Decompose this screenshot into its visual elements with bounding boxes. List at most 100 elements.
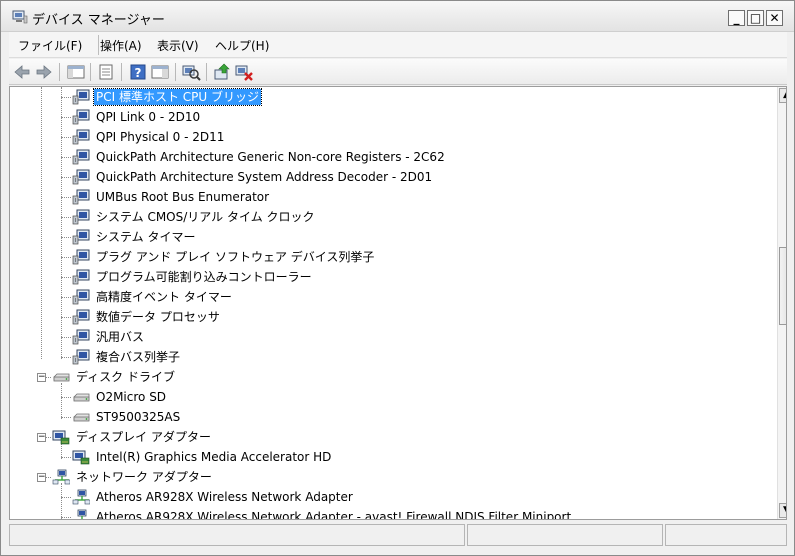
menu-file[interactable]: ファイル(F) [18, 37, 82, 54]
collapse-toggle[interactable]: − [37, 373, 46, 382]
tree-connector [61, 397, 71, 398]
display-adapter-icon [52, 429, 70, 445]
tree-item-label: QuickPath Architecture Generic Non-core … [96, 150, 445, 164]
system-device-icon [72, 349, 90, 365]
window-title: デバイス マネージャー [32, 13, 165, 28]
tree-item-label: ディスプレイ アダプター [76, 430, 211, 444]
tree-item-label: QuickPath Architecture System Address De… [96, 170, 433, 184]
tree-connector [61, 417, 71, 418]
tree-item-label: UMBus Root Bus Enumerator [96, 190, 270, 204]
svg-text:?: ? [135, 66, 142, 80]
status-pane-3 [665, 524, 787, 546]
system-device-icon [72, 249, 90, 265]
collapse-toggle[interactable]: − [37, 433, 46, 442]
tree-item-label: Atheros AR928X Wireless Network Adapter [96, 490, 353, 504]
tree-connector [41, 87, 42, 359]
toolbar-separator [59, 63, 60, 81]
device-manager-icon [12, 10, 28, 24]
scroll-up-button[interactable]: ▲ [779, 88, 786, 103]
toolbar: ? [9, 59, 787, 85]
scan-hardware-icon[interactable] [181, 62, 201, 82]
action-pane-icon[interactable] [150, 62, 170, 82]
status-pane-2 [467, 524, 663, 546]
status-bar [9, 522, 787, 548]
tree-connector [61, 483, 62, 519]
disk-drive-icon [52, 369, 70, 385]
system-device-icon [72, 269, 90, 285]
tree-connector [61, 517, 71, 518]
arrow-down-icon: ▼ [783, 505, 786, 515]
tree-connector [61, 197, 71, 198]
display-adapter-icon [72, 449, 90, 465]
scroll-thumb[interactable] [779, 247, 786, 325]
tree-connector [61, 383, 62, 419]
tree-item-label: Atheros AR928X Wireless Network Adapter … [96, 510, 572, 520]
device-tree[interactable]: PCI 標準ホスト CPU ブリッジ QPI Link 0 - 2D10 QPI P… [9, 86, 787, 520]
tree-item-label: プログラム可能割り込みコントローラー [96, 270, 312, 284]
menu-action[interactable]: 操作(A) [100, 37, 142, 54]
title-bar[interactable]: デバイス マネージャー _ □ ✕ [1, 1, 794, 32]
toolbar-separator [175, 63, 176, 81]
forward-icon[interactable] [34, 62, 54, 82]
maximize-icon: □ [749, 11, 762, 25]
menu-view[interactable]: 表示(V) [157, 37, 199, 54]
menu-help[interactable]: ヘルプ(H) [215, 37, 269, 54]
tree-item-label: 高精度イベント タイマー [96, 290, 232, 304]
system-device-icon [72, 329, 90, 345]
system-device-icon [72, 309, 90, 325]
tree-connector [61, 237, 71, 238]
help-icon[interactable]: ? [128, 62, 148, 82]
minimize-button[interactable]: _ [728, 10, 745, 26]
tree-item-label: O2Micro SD [96, 390, 167, 404]
system-device-icon [72, 209, 90, 225]
device-manager-window: デバイス マネージャー _ □ ✕ ファイル(F) 操作(A) 表示(V) ヘル… [0, 0, 795, 556]
collapse-toggle[interactable]: − [37, 473, 46, 482]
toolbar-separator [121, 63, 122, 81]
properties-icon[interactable] [96, 62, 116, 82]
toolbar-separator [90, 63, 91, 81]
tree-connector [61, 317, 71, 318]
network-adapter-icon [72, 489, 91, 505]
tree-item-label: 数値データ プロセッサ [96, 310, 220, 324]
network-adapter-icon [72, 509, 90, 519]
tree-connector [61, 177, 71, 178]
uninstall-icon[interactable] [234, 62, 254, 82]
system-device-icon [72, 229, 90, 245]
tree-item-label: ディスク ドライブ [76, 370, 175, 384]
tree-item-label: システム タイマー [96, 230, 196, 244]
tree-item-label: システム CMOS/リアル タイム クロック [96, 210, 315, 224]
tree-connector [61, 337, 71, 338]
tree-connector [61, 137, 71, 138]
system-device-icon [72, 189, 90, 205]
show-hide-tree-icon[interactable] [66, 62, 86, 82]
back-icon[interactable] [12, 62, 32, 82]
scroll-down-button[interactable]: ▼ [779, 503, 786, 518]
close-icon: ✕ [769, 11, 780, 25]
vertical-scrollbar[interactable]: ▲ ▼ [777, 87, 786, 519]
tree-item-label: 複合バス列挙子 [96, 350, 181, 364]
status-pane-main [9, 524, 465, 546]
tree-connector [61, 497, 71, 498]
tree-item-label: QPI Link 0 - 2D10 [96, 110, 201, 124]
menu-bar: ファイル(F) 操作(A) 表示(V) ヘルプ(H) [9, 32, 787, 58]
tree-item-label: QPI Physical 0 - 2D11 [96, 130, 225, 144]
tree-connector [61, 457, 71, 458]
tree-connector [61, 97, 71, 98]
tree-item-label: PCI 標準ホスト CPU ブリッジ [93, 88, 262, 106]
disk-drive-icon [72, 389, 90, 405]
tree-connector [61, 357, 71, 358]
tree-item-label: 汎用バス [96, 330, 145, 344]
tree-connector [61, 117, 71, 118]
network-adapter-icon [52, 469, 71, 485]
tree-connector [61, 257, 71, 258]
tree-connector [61, 277, 71, 278]
close-button[interactable]: ✕ [766, 10, 783, 26]
tree-item-label: Intel(R) Graphics Media Accelerator HD [96, 450, 332, 464]
disk-drive-icon [72, 409, 90, 425]
toolbar-separator [206, 63, 207, 81]
system-device-icon [72, 129, 90, 145]
tree-connector [61, 87, 62, 359]
update-driver-icon[interactable] [212, 62, 232, 82]
tree-connector [61, 217, 71, 218]
maximize-button[interactable]: □ [747, 10, 764, 26]
